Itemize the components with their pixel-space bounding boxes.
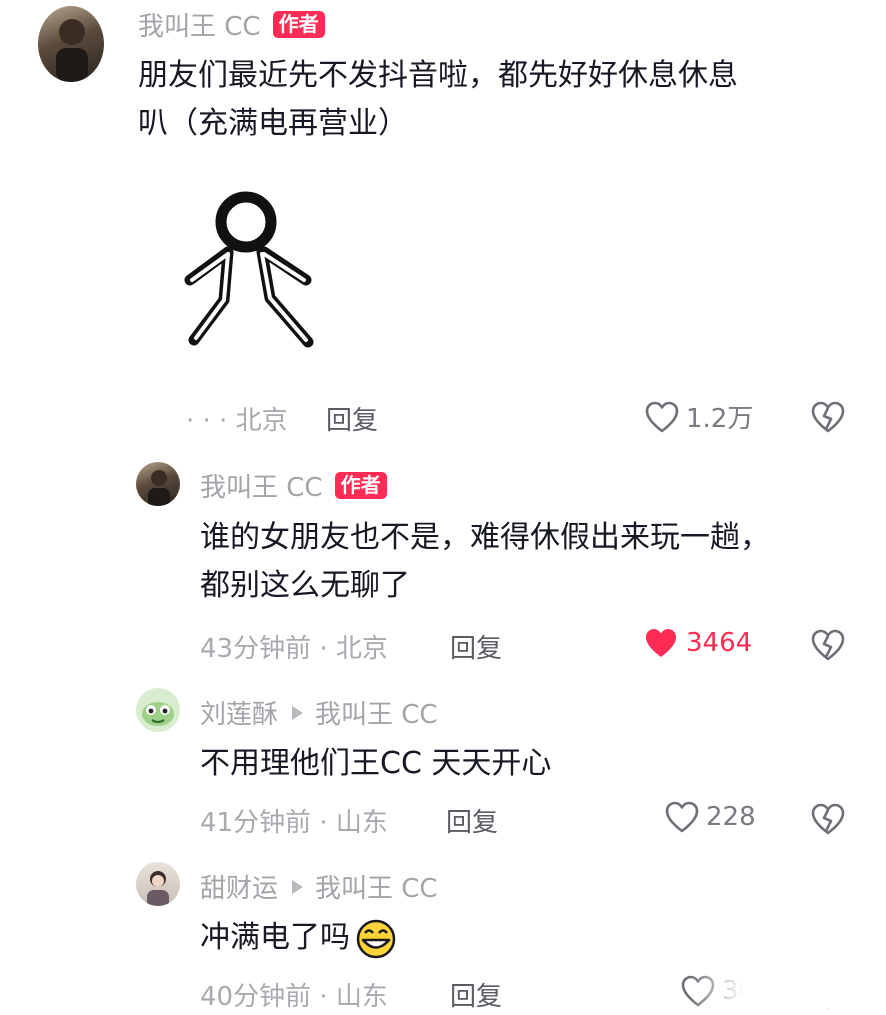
avatar[interactable] [38,6,104,82]
comment-text-line: 谁的女朋友也不是，难得休假出来玩一趟， [200,520,770,555]
username[interactable]: 我叫王 CC [200,467,323,504]
username[interactable]: 刘莲酥 [200,694,278,731]
avatar-person-icon [148,470,170,506]
reply-button[interactable]: 回复 [326,400,378,437]
reply-arrow-icon [292,879,304,894]
like-button[interactable]: 228 [664,800,756,834]
comment-text-line: 不用理他们王CC 天天开心 [200,746,552,781]
reply-to-username[interactable]: 我叫王 CC [315,868,438,905]
reply-to-username[interactable]: 我叫王 CC [315,694,438,731]
heart-outline-icon [645,401,679,432]
comment-text-line: 朋友们最近先不发抖音啦，都先好好休息休息 [138,58,738,93]
comment-text-line: 都别这么无聊了 [200,568,410,603]
username[interactable]: 我叫王 CC [138,6,261,43]
like-count: 1.2万 [686,404,754,434]
watermark-overlay [690,972,870,1008]
grinning-emoji [356,919,396,958]
broken-heart-icon[interactable] [810,400,846,434]
stickman-sticker [184,191,314,348]
broken-heart-icon[interactable] [810,628,846,662]
reply-button[interactable]: 回复 [450,628,502,665]
avatar[interactable] [136,688,180,732]
avatar-person-icon [56,19,88,82]
comment-text-line: 冲满电了吗 [200,920,350,955]
avatar-person-icon [147,871,169,906]
heart-filled-icon [646,629,676,657]
like-count: 3464 [686,628,753,658]
avatar[interactable] [136,862,180,906]
avatar[interactable] [136,462,180,506]
like-button[interactable]: 3464 [642,626,752,660]
author-badge: 作者 [272,11,325,38]
cartoon-avatar-icon [142,702,174,726]
like-count: 228 [706,802,756,832]
reply-arrow-icon [292,705,304,720]
comment-meta: 43分钟前 · 北京 [200,634,388,664]
reply-button[interactable]: 回复 [450,976,502,1013]
reply-button[interactable]: 回复 [446,802,498,839]
username[interactable]: 甜财运 [200,868,278,905]
author-badge: 作者 [334,472,387,499]
broken-heart-icon[interactable] [810,802,846,836]
comment-meta: · · · 北京 [186,406,288,436]
like-button[interactable]: 1.2万 [644,398,753,435]
comment-meta: 40分钟前 · 山东 [200,982,388,1012]
heart-outline-icon [665,801,699,833]
comment-meta: 41分钟前 · 山东 [200,808,388,838]
comment-text-line: 叭（充满电再营业） [138,106,408,141]
